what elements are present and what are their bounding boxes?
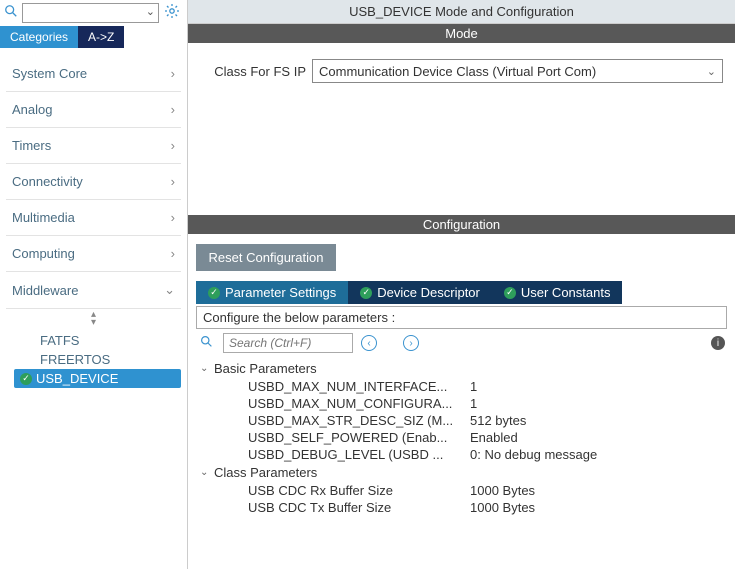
param-name: USBD_MAX_NUM_INTERFACE... [248,379,470,394]
config-header: Configuration [188,215,735,234]
section-label: Timers [12,138,51,153]
tab-device-descriptor[interactable]: ✓ Device Descriptor [348,281,492,304]
param-row[interactable]: USB CDC Tx Buffer Size1000 Bytes [200,499,727,516]
chevron-down-icon: ⌄ [707,65,716,78]
param-row[interactable]: USBD_SELF_POWERED (Enab...Enabled [200,429,727,446]
param-row[interactable]: USBD_MAX_STR_DESC_SIZ (M...512 bytes [200,412,727,429]
check-icon: ✓ [504,287,516,299]
tab-categories[interactable]: Categories [0,26,78,48]
left-panel: ⌄ Categories A->Z System Core›Analog›Tim… [0,0,188,569]
search-icon[interactable] [2,4,20,22]
section-label: Analog [12,102,52,117]
param-name: USBD_SELF_POWERED (Enab... [248,430,470,445]
group-label: Class Parameters [214,465,317,480]
check-icon: ✓ [20,373,32,385]
sidebar-item-freertos[interactable]: FREERTOS [34,350,181,369]
section-multimedia[interactable]: Multimedia › [6,200,181,236]
search-icon[interactable] [198,335,215,351]
right-panel: USB_DEVICE Mode and Configuration Mode C… [188,0,735,569]
param-name: USBD_MAX_STR_DESC_SIZ (M... [248,413,470,428]
section-timers[interactable]: Timers › [6,128,181,164]
param-row[interactable]: USBD_DEBUG_LEVEL (USBD ...0: No debug me… [200,446,727,463]
tab-user-constants[interactable]: ✓ User Constants [492,281,623,304]
section-label: Middleware [12,283,78,298]
section-connectivity[interactable]: Connectivity › [6,164,181,200]
param-group-basic-parameters[interactable]: ⌄ Basic Parameters [200,359,727,378]
mode-header: Mode [188,24,735,43]
tab-parameter-settings[interactable]: ✓ Parameter Settings [196,281,348,304]
drag-handle-icon[interactable]: ▴ ▾ [6,309,181,329]
param-row[interactable]: USBD_MAX_NUM_CONFIGURA...1 [200,395,727,412]
sidebar-item-label: USB_DEVICE [36,371,118,386]
section-label: Connectivity [12,174,83,189]
info-icon[interactable]: i [711,336,725,350]
param-row[interactable]: USBD_MAX_NUM_INTERFACE...1 [200,378,727,395]
tab-az[interactable]: A->Z [78,26,124,48]
section-middleware[interactable]: Middleware ⌄ [6,272,181,309]
chevron-down-icon: ⌄ [200,363,210,374]
reset-configuration-button[interactable]: Reset Configuration [196,244,336,271]
section-label: Computing [12,246,75,261]
next-match-button[interactable]: › [403,335,419,351]
param-value: 512 bytes [470,413,526,428]
tab-label: Parameter Settings [225,285,336,300]
section-system-core[interactable]: System Core › [6,56,181,92]
param-name: USB CDC Rx Buffer Size [248,483,470,498]
param-value: 1000 Bytes [470,500,535,515]
chevron-down-icon: ⌄ [164,282,175,298]
param-value: 1 [470,379,477,394]
instruction-text: Configure the below parameters : [196,306,727,329]
mode-select[interactable]: Communication Device Class (Virtual Port… [312,59,723,83]
page-title: USB_DEVICE Mode and Configuration [188,0,735,24]
tab-label: User Constants [521,285,611,300]
section-analog[interactable]: Analog › [6,92,181,128]
prev-match-button[interactable]: ‹ [361,335,377,351]
param-value: 1000 Bytes [470,483,535,498]
section-computing[interactable]: Computing › [6,236,181,272]
param-value: Enabled [470,430,518,445]
section-label: System Core [12,66,87,81]
tab-label: Device Descriptor [377,285,480,300]
chevron-right-icon: › [171,102,175,117]
group-label: Basic Parameters [214,361,317,376]
chevron-right-icon: › [171,210,175,225]
gear-icon[interactable] [161,3,183,23]
mode-label: Class For FS IP [200,64,306,79]
param-value: 1 [470,396,477,411]
chevron-down-icon: ⌄ [146,5,155,18]
param-value: 0: No debug message [470,447,597,462]
param-name: USBD_DEBUG_LEVEL (USBD ... [248,447,470,462]
chevron-right-icon: › [171,138,175,153]
sidebar-item-label: FREERTOS [40,352,110,367]
filter-input[interactable] [223,333,353,353]
chevron-right-icon: › [171,246,175,261]
chevron-down-icon: ⌄ [200,467,210,478]
param-group-class-parameters[interactable]: ⌄ Class Parameters [200,463,727,482]
chevron-right-icon: › [171,66,175,81]
mode-select-value: Communication Device Class (Virtual Port… [319,64,596,79]
sidebar-item-usb_device[interactable]: ✓ USB_DEVICE [14,369,181,388]
chevron-right-icon: › [171,174,175,189]
param-name: USBD_MAX_NUM_CONFIGURA... [248,396,470,411]
check-icon: ✓ [208,287,220,299]
sidebar-item-fatfs[interactable]: FATFS [34,331,181,350]
sidebar-item-label: FATFS [40,333,79,348]
check-icon: ✓ [360,287,372,299]
section-label: Multimedia [12,210,75,225]
param-row[interactable]: USB CDC Rx Buffer Size1000 Bytes [200,482,727,499]
param-name: USB CDC Tx Buffer Size [248,500,470,515]
category-combo[interactable]: ⌄ [22,3,159,23]
